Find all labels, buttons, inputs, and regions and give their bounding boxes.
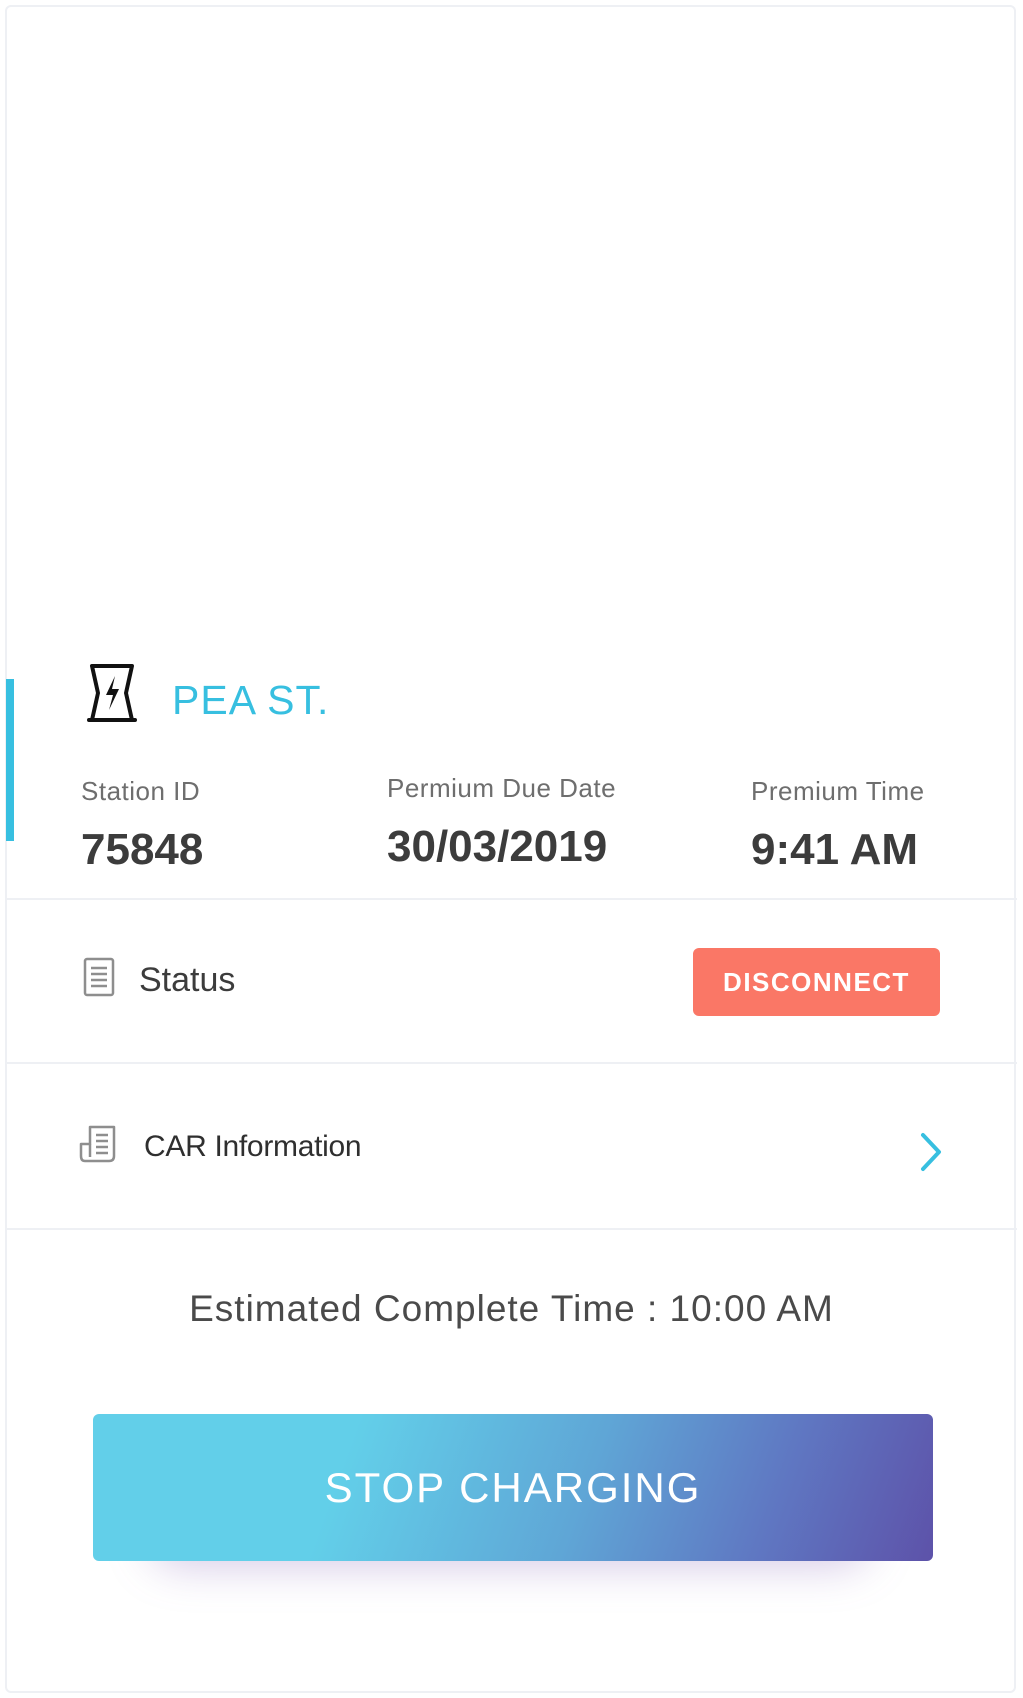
- car-information-label[interactable]: CAR Information: [144, 1132, 362, 1162]
- due-date-label: Permium Due Date: [387, 773, 617, 803]
- receipt-icon: [79, 1125, 116, 1163]
- station-id-label: Station ID: [81, 776, 201, 806]
- station-name: PEA ST.: [172, 677, 330, 723]
- estimated-complete-time: Estimated Complete Time : 10:00 AM: [189, 1288, 834, 1329]
- due-date-block: Permium Due Date 30/03/2019: [387, 775, 616, 869]
- divider: [6, 898, 1017, 900]
- divider: [6, 1228, 1017, 1230]
- stop-charging-button[interactable]: STOP CHARGING: [93, 1414, 933, 1561]
- station-id-block: Station ID 75848: [81, 778, 203, 872]
- chevron-right-icon[interactable]: [917, 1131, 945, 1173]
- document-icon: [83, 957, 115, 997]
- status-label: Status: [139, 961, 236, 999]
- premium-time-block: Premium Time 9:41 AM: [751, 778, 925, 872]
- charging-station-icon: [87, 664, 137, 722]
- premium-time-value: 9:41 AM: [751, 825, 919, 874]
- premium-time-label: Premium Time: [751, 776, 925, 806]
- due-date-value: 30/03/2019: [387, 822, 608, 871]
- active-indicator-bar: [6, 679, 14, 841]
- disconnect-button[interactable]: DISCONNECT: [693, 948, 940, 1016]
- divider: [6, 1062, 1017, 1064]
- station-id-value: 75848: [81, 825, 204, 874]
